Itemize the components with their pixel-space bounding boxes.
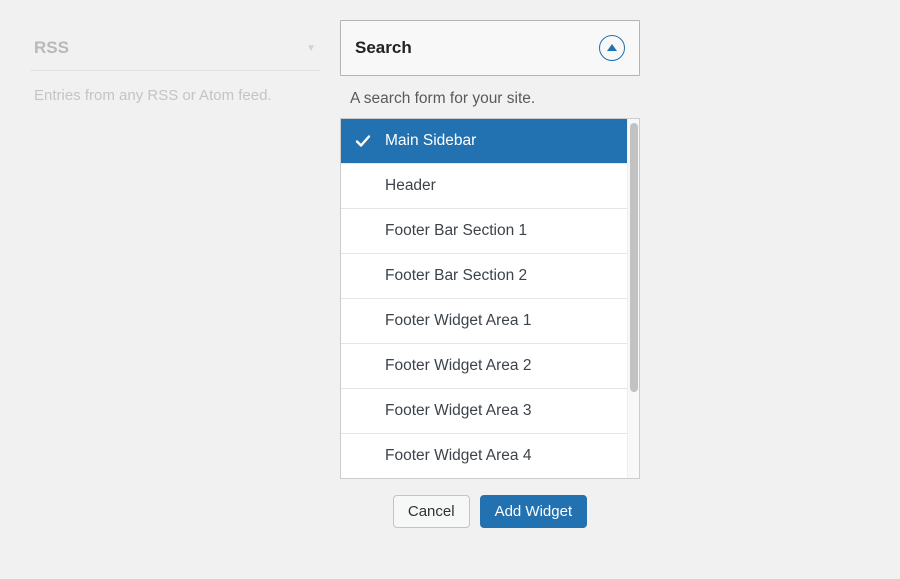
area-item[interactable]: Footer Bar Section 2 [341,254,627,299]
area-item[interactable]: Footer Widget Area 1 [341,299,627,344]
widget-actions: Cancel Add Widget [340,479,640,528]
area-item-label: Footer Widget Area 2 [385,357,531,374]
add-widget-button[interactable]: Add Widget [480,495,588,528]
rss-description: Entries from any RSS or Atom feed. [30,71,320,108]
area-item-label: Footer Widget Area 4 [385,447,531,464]
check-icon [355,133,371,149]
search-description: A search form for your site. [340,76,640,118]
area-item-label: Footer Widget Area 1 [385,312,531,329]
area-item-label: Footer Bar Section 1 [385,222,527,239]
arrow-up-icon [607,44,617,51]
area-item[interactable]: Footer Widget Area 3 [341,389,627,434]
area-item-label: Footer Widget Area 3 [385,402,531,419]
area-item[interactable]: Footer Bar Section 1 [341,209,627,254]
area-item-label: Footer Bar Section 2 [385,267,527,284]
area-item[interactable]: Header [341,164,627,209]
rss-title: RSS [34,38,69,58]
widget-rss-header[interactable]: RSS ▼ [30,32,320,71]
chevron-down-icon: ▼ [306,43,316,54]
cancel-button[interactable]: Cancel [393,495,470,528]
scroll-thumb[interactable] [630,123,638,392]
area-item[interactable]: Main Sidebar [341,119,627,164]
widget-search-header[interactable]: Search [340,20,640,76]
area-item-label: Main Sidebar [385,132,476,149]
scrollbar[interactable] [627,119,639,478]
collapse-icon[interactable] [599,35,625,61]
search-title: Search [355,38,412,58]
widget-area-list: Main Sidebar Header Footer Bar Section 1 Fo… [340,118,640,479]
area-item[interactable]: Footer Widget Area 2 [341,344,627,389]
area-item-label: Header [385,177,436,194]
area-item[interactable]: Footer Widget Area 4 [341,434,627,478]
